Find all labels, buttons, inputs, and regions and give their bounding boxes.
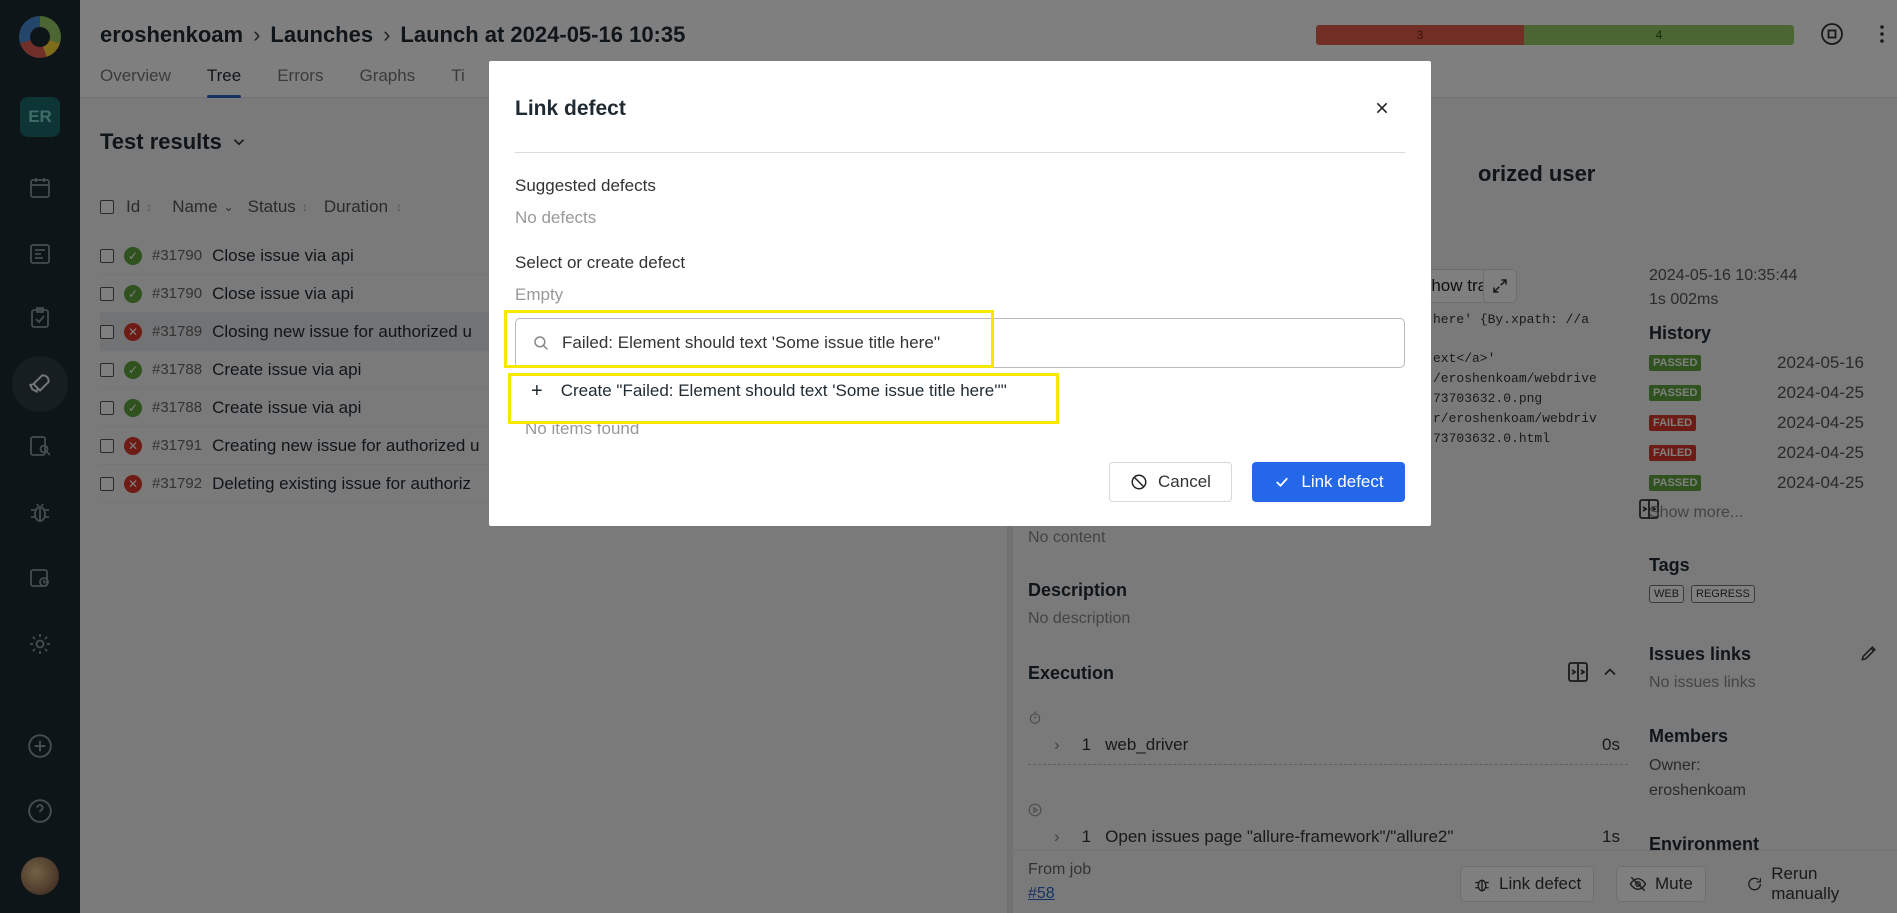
select-defect-label: Select or create defect	[515, 253, 686, 272]
link-defect-label: Link defect	[1301, 472, 1384, 491]
no-items-text: No items found	[525, 419, 640, 438]
link-defect-dialog: Link defect Suggested defects No defects…	[489, 61, 1431, 526]
create-defect-option[interactable]: + Create "Failed: Element should text 'S…	[515, 373, 1007, 409]
create-defect-label: Create "Failed: Element should text 'Som…	[560, 381, 1007, 400]
search-icon	[534, 336, 548, 350]
select-defect-value: Empty	[515, 285, 564, 304]
link-defect-button[interactable]: Link defect	[1252, 462, 1405, 502]
dialog-title: Link defect	[515, 97, 626, 120]
cancel-label: Cancel	[1158, 472, 1211, 491]
suggested-defects-label: Suggested defects	[515, 176, 656, 195]
suggested-defects-value: No defects	[515, 208, 597, 227]
cancel-icon	[1131, 474, 1147, 490]
check-icon	[1276, 477, 1289, 488]
dialog-divider	[515, 152, 1405, 153]
defect-search-input[interactable]	[562, 333, 1362, 353]
cancel-button[interactable]: Cancel	[1109, 462, 1232, 502]
close-icon[interactable]	[1371, 97, 1393, 119]
plus-icon: +	[531, 379, 543, 402]
defect-search-field[interactable]	[515, 318, 1405, 368]
